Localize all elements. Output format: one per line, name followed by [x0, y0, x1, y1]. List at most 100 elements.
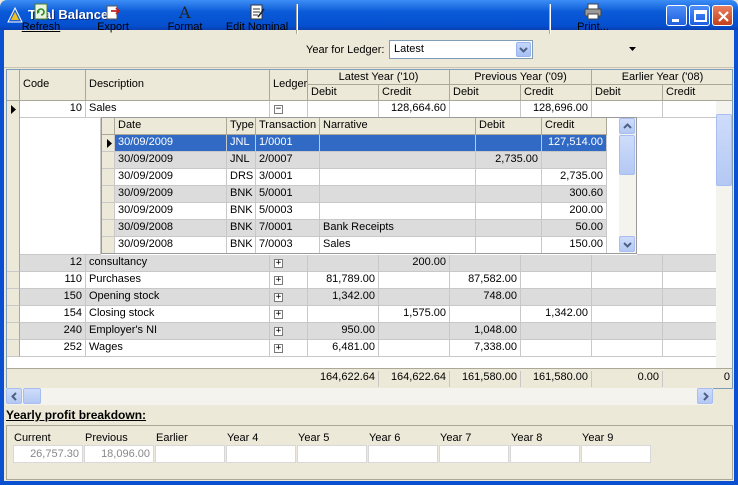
minimize-button[interactable]: [666, 5, 687, 26]
previous-debit-cell[interactable]: 87,582.00: [450, 272, 521, 289]
latest-debit-cell[interactable]: [308, 255, 379, 272]
transaction-header[interactable]: Transaction: [256, 118, 320, 135]
print-button[interactable]: Print...: [572, 3, 614, 35]
earlier-debit-cell[interactable]: [592, 255, 663, 272]
type-cell[interactable]: BNK: [227, 203, 256, 220]
earlier-debit-header[interactable]: Debit: [592, 85, 663, 101]
latest-debit-cell[interactable]: 6,481.00: [308, 340, 379, 357]
detail-debit-cell[interactable]: 2,735.00: [476, 152, 542, 169]
previous-debit-cell[interactable]: 748.00: [450, 289, 521, 306]
type-cell[interactable]: JNL: [227, 152, 256, 169]
date-cell[interactable]: 30/09/2009: [115, 186, 227, 203]
description-cell[interactable]: Employer's NI: [86, 323, 270, 340]
latest-credit-cell[interactable]: 1,575.00: [379, 306, 450, 323]
type-cell[interactable]: BNK: [227, 186, 256, 203]
previous-credit-cell[interactable]: [521, 323, 592, 340]
narrative-cell[interactable]: [320, 203, 476, 220]
latest-debit-cell[interactable]: [308, 306, 379, 323]
detail-credit-cell[interactable]: 200.00: [542, 203, 607, 220]
detail-credit-cell[interactable]: [542, 152, 607, 169]
latest-debit-header[interactable]: Debit: [308, 85, 379, 101]
previous-credit-cell[interactable]: [521, 255, 592, 272]
horizontal-scrollbar[interactable]: [6, 388, 713, 405]
export-button[interactable]: Export: [90, 3, 136, 35]
date-cell[interactable]: 30/09/2008: [115, 237, 227, 253]
detail-credit-cell[interactable]: 150.00: [542, 237, 607, 253]
earlier-debit-cell[interactable]: [592, 340, 663, 357]
ledger-cell[interactable]: +: [270, 323, 308, 340]
code-cell[interactable]: 10: [20, 101, 86, 118]
previous-credit-cell[interactable]: [521, 272, 592, 289]
chevron-down-icon[interactable]: [516, 42, 531, 57]
previous-debit-cell[interactable]: 1,048.00: [450, 323, 521, 340]
narrative-header[interactable]: Narrative: [320, 118, 476, 135]
date-cell[interactable]: 30/09/2008: [115, 220, 227, 237]
transaction-cell[interactable]: 3/0001: [256, 169, 320, 186]
detail-debit-cell[interactable]: [476, 237, 542, 253]
transaction-cell[interactable]: 7/0001: [256, 220, 320, 237]
detail-debit-cell[interactable]: [476, 203, 542, 220]
earlier-debit-cell[interactable]: [592, 323, 663, 340]
code-cell[interactable]: 150: [20, 289, 86, 306]
transaction-cell[interactable]: 5/0001: [256, 186, 320, 203]
detail-credit-cell[interactable]: 300.60: [542, 186, 607, 203]
description-cell[interactable]: Purchases: [86, 272, 270, 289]
date-cell[interactable]: 30/09/2009: [115, 169, 227, 186]
narrative-cell[interactable]: [320, 169, 476, 186]
main-scroll-thumb[interactable]: [716, 114, 732, 186]
earlier-credit-header[interactable]: Credit: [663, 85, 732, 101]
latest-credit-cell[interactable]: [379, 323, 450, 340]
type-cell[interactable]: DRS: [227, 169, 256, 186]
latest-debit-cell[interactable]: 950.00: [308, 323, 379, 340]
description-cell[interactable]: Opening stock: [86, 289, 270, 306]
date-header[interactable]: Date: [115, 118, 227, 135]
main-vertical-scrollbar[interactable]: [716, 101, 732, 368]
type-header[interactable]: Type: [227, 118, 256, 135]
expand-icon[interactable]: +: [274, 293, 283, 302]
narrative-cell[interactable]: [320, 186, 476, 203]
code-cell[interactable]: 12: [20, 255, 86, 272]
narrative-cell[interactable]: Bank Receipts: [320, 220, 476, 237]
code-cell[interactable]: 240: [20, 323, 86, 340]
code-header[interactable]: Code: [20, 70, 86, 101]
refresh-button[interactable]: Refresh: [18, 3, 64, 35]
ledger-cell[interactable]: +: [270, 289, 308, 306]
type-cell[interactable]: JNL: [227, 135, 256, 152]
date-cell[interactable]: 30/09/2009: [115, 203, 227, 220]
expand-icon[interactable]: +: [274, 344, 283, 353]
detail-credit-cell[interactable]: 127,514.00: [542, 135, 607, 152]
previous-debit-cell[interactable]: 7,338.00: [450, 340, 521, 357]
description-cell[interactable]: Sales: [86, 101, 270, 118]
ledger-cell[interactable]: +: [270, 340, 308, 357]
scroll-down-icon[interactable]: [619, 236, 635, 252]
detail-debit-cell[interactable]: [476, 220, 542, 237]
detail-debit-header[interactable]: Debit: [476, 118, 542, 135]
type-cell[interactable]: BNK: [227, 237, 256, 253]
latest-credit-cell[interactable]: 128,664.60: [379, 101, 450, 118]
ledger-cell[interactable]: −: [270, 101, 308, 118]
detail-scroll-thumb[interactable]: [619, 135, 635, 175]
print-dropdown-icon[interactable]: [628, 46, 637, 52]
code-cell[interactable]: 110: [20, 272, 86, 289]
date-cell[interactable]: 30/09/2009: [115, 152, 227, 169]
detail-credit-header[interactable]: Credit: [542, 118, 607, 135]
previous-credit-cell[interactable]: [521, 289, 592, 306]
expand-icon[interactable]: +: [274, 259, 283, 268]
transaction-cell[interactable]: 2/0007: [256, 152, 320, 169]
edit-nominal-button[interactable]: Edit Nominal: [224, 3, 290, 35]
latest-debit-cell[interactable]: [308, 101, 379, 118]
latest-credit-cell[interactable]: 200.00: [379, 255, 450, 272]
previous-credit-header[interactable]: Credit: [521, 85, 592, 101]
narrative-cell[interactable]: [320, 135, 476, 152]
code-cell[interactable]: 252: [20, 340, 86, 357]
earlier-debit-cell[interactable]: [592, 101, 663, 118]
ledger-cell[interactable]: +: [270, 272, 308, 289]
horizontal-scroll-thumb[interactable]: [23, 388, 41, 404]
latest-credit-cell[interactable]: [379, 289, 450, 306]
format-button[interactable]: A Format: [163, 3, 207, 35]
previous-debit-cell[interactable]: [450, 306, 521, 323]
detail-debit-cell[interactable]: [476, 135, 542, 152]
previous-credit-cell[interactable]: 128,696.00: [521, 101, 592, 118]
expand-icon[interactable]: +: [274, 327, 283, 336]
detail-vertical-scrollbar[interactable]: [619, 118, 636, 253]
